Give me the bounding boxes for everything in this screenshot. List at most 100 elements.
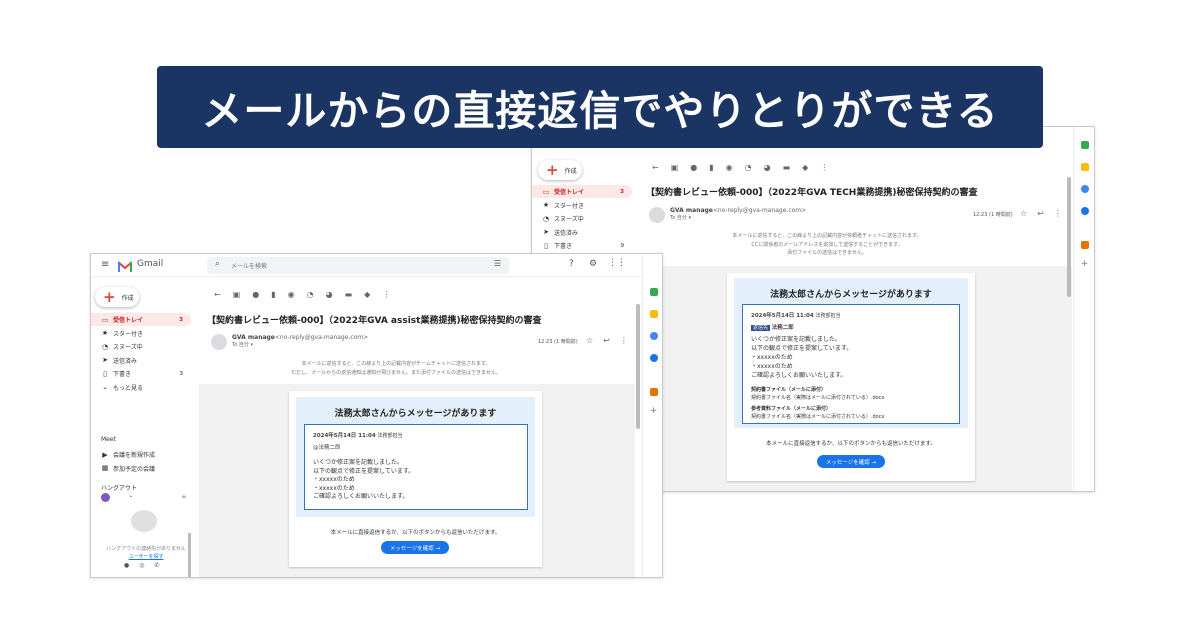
compose-button[interactable]: + 作成 [538, 160, 582, 180]
nav-list: ▭ 受信トレイ 3 ★ スター付き ◔ スヌーズ中 ➤ 送信済み ▯ 下書き 3 ⌄ もっと見る [91, 313, 191, 395]
add-hangout-icon[interactable]: + [181, 493, 187, 501]
label-icon[interactable]: ◆ [364, 290, 370, 299]
message-body: いくつか修正案を記載しました。 以下の観点で修正を提案しています。 ・xxxxx… [313, 459, 415, 500]
video-icon: ▶ [102, 450, 108, 459]
delete-icon[interactable]: ▮ [271, 290, 275, 299]
more-icon[interactable]: ⋮ [620, 336, 628, 345]
inbox-icon: ▭ [542, 187, 550, 196]
back-icon[interactable]: ← [652, 163, 659, 172]
star-icon: ★ [101, 329, 109, 337]
move-icon[interactable]: ▬ [783, 163, 791, 172]
star-icon: ★ [542, 201, 550, 209]
more-icon[interactable]: ⋮ [382, 290, 390, 299]
sidebar-item-label: もっと見る [113, 384, 144, 392]
filter-icon[interactable]: ☰ [494, 259, 501, 268]
sidebar-item-label: 下書き [554, 243, 573, 250]
delete-icon[interactable]: ▮ [709, 163, 713, 172]
star-icon[interactable]: ☆ [586, 336, 593, 345]
contacts-icon[interactable] [649, 354, 658, 362]
person-icon[interactable]: ● [124, 562, 129, 569]
sidebar-scrollbar[interactable] [188, 533, 191, 577]
hangout-avatar[interactable] [101, 493, 110, 502]
label-icon[interactable]: ◆ [802, 163, 808, 172]
move-icon[interactable]: ▬ [345, 290, 353, 299]
snooze-icon[interactable]: ◔ [745, 163, 752, 172]
archive-icon[interactable]: ▣ [233, 290, 241, 299]
task-icon[interactable]: ◕ [326, 290, 333, 299]
sidebar-item-count: 3 [179, 370, 184, 377]
chat-icon[interactable]: ◎ [139, 562, 144, 569]
snooze-icon[interactable]: ◔ [307, 290, 314, 299]
more-icon[interactable]: ⋮ [1054, 209, 1062, 218]
mark-icon[interactable]: ◉ [726, 163, 733, 172]
gear-icon[interactable]: ⚙ [589, 259, 597, 269]
message-box: 2024年5月14日 11:04 法務部担当 @法務二郎 いくつか修正案を記載し… [304, 424, 528, 510]
scrollbar[interactable] [636, 304, 640, 429]
message-date: 2024年5月14日 11:04 [751, 313, 814, 319]
sidebar-item-2[interactable]: ◔ スヌーズ中 [91, 340, 191, 353]
phone-icon[interactable]: ✆ [155, 562, 160, 569]
search-input[interactable]: メールを検索 [231, 261, 267, 270]
compose-button[interactable]: + 作成 [95, 287, 139, 307]
help-icon[interactable]: ? [569, 259, 574, 269]
menu-icon[interactable]: ≡ [101, 259, 109, 270]
slack-icon[interactable] [649, 388, 658, 396]
mark-icon[interactable]: ◉ [288, 290, 295, 299]
confirm-message-button[interactable]: メッセージを確認 → [381, 541, 449, 554]
sidebar-item-label: スター付き [554, 202, 585, 210]
sidebar-item-0[interactable]: ▭ 受信トレイ 3 [532, 185, 632, 198]
sidebar-item-4[interactable]: ▯ 下書き 9 [532, 239, 632, 252]
report-icon[interactable]: ● [690, 163, 697, 172]
contacts-icon[interactable] [1080, 207, 1089, 215]
banner-title: メールからの直接返信でやりとりができる [157, 66, 1043, 148]
scrollbar[interactable] [1067, 177, 1071, 297]
message-recipient: 法務二郎 [771, 325, 794, 331]
search-bar[interactable]: ⌕ メールを検索 ☰ [207, 257, 509, 274]
reply-icon[interactable]: ↩ [1037, 209, 1044, 218]
hangout-bubble-icon [131, 510, 157, 532]
slack-icon[interactable] [1080, 241, 1089, 249]
sidebar-item-1[interactable]: ★ スター付き [91, 327, 191, 340]
confirm-message-button[interactable]: メッセージを確認 → [817, 455, 885, 468]
report-icon[interactable]: ● [252, 290, 259, 299]
add-addon-icon[interactable]: + [1081, 259, 1089, 269]
back-icon[interactable]: ← [214, 290, 221, 299]
tasks-icon[interactable] [1080, 185, 1089, 193]
attachment-2[interactable]: 契約書ファイル名（実際はメールに添付されている）.docx [751, 413, 951, 421]
sidebar-item-3[interactable]: ➤ 送信済み [532, 226, 632, 239]
archive-icon[interactable]: ▣ [671, 163, 679, 172]
toolbar: ← ▣ ● ▮ ◉ ◔ ◕ ▬ ◆ ⋮ [652, 163, 828, 172]
reply-icon[interactable]: ↩ [603, 336, 610, 345]
sidebar-item-0[interactable]: ▭ 受信トレイ 3 [91, 313, 191, 326]
more-icon[interactable]: ⋮ [820, 163, 828, 172]
sender-row: GVA manage<no-reply@gva-manage.com> To 自… [211, 334, 368, 350]
sidebar-item-1[interactable]: ★ スター付き [532, 199, 632, 212]
sidebar-item-0[interactable]: ▶ 会議を新規作成 [91, 448, 191, 461]
sidebar-item-2[interactable]: ◔ スヌーズ中 [532, 212, 632, 225]
sidebar-item-label: 下書き [113, 371, 132, 378]
chevron-down-icon: ⌄ [102, 383, 108, 391]
search-icon[interactable]: ⌕ [215, 259, 219, 269]
find-user-link[interactable]: ユーザーを探す [96, 553, 196, 560]
apps-icon[interactable]: ⋮⋮ [608, 258, 626, 268]
sender-email: <no-reply@gva-manage.com> [712, 207, 807, 214]
task-icon[interactable]: ◕ [764, 163, 771, 172]
attachment-1[interactable]: 契約書ファイル名（実際はメールに添付されている）.docx [751, 394, 951, 402]
sidebar-item-1[interactable]: ▦ 参加予定の会議 [91, 462, 191, 475]
email-actions: ☆ ↩ ⋮ [586, 336, 628, 345]
keep-icon[interactable] [649, 310, 658, 318]
recipient[interactable]: To 自分 ▾ [670, 214, 806, 221]
sidebar-item-5[interactable]: ⌄ もっと見る [91, 381, 191, 394]
keep-icon[interactable] [1080, 163, 1089, 171]
clock-icon: ◔ [542, 214, 550, 223]
recipient[interactable]: To 自分 ▾ [232, 341, 368, 348]
gmail-logo-icon [117, 258, 133, 272]
sidebar-item-3[interactable]: ➤ 送信済み [91, 354, 191, 367]
sidebar-item-4[interactable]: ▯ 下書き 3 [91, 367, 191, 380]
add-addon-icon[interactable]: + [650, 406, 658, 416]
calendar-icon[interactable] [1080, 141, 1089, 149]
tasks-icon[interactable] [649, 332, 658, 340]
calendar-icon[interactable] [649, 288, 658, 296]
sidebar-item-label: 受信トレイ [113, 317, 144, 324]
star-icon[interactable]: ☆ [1020, 209, 1027, 218]
